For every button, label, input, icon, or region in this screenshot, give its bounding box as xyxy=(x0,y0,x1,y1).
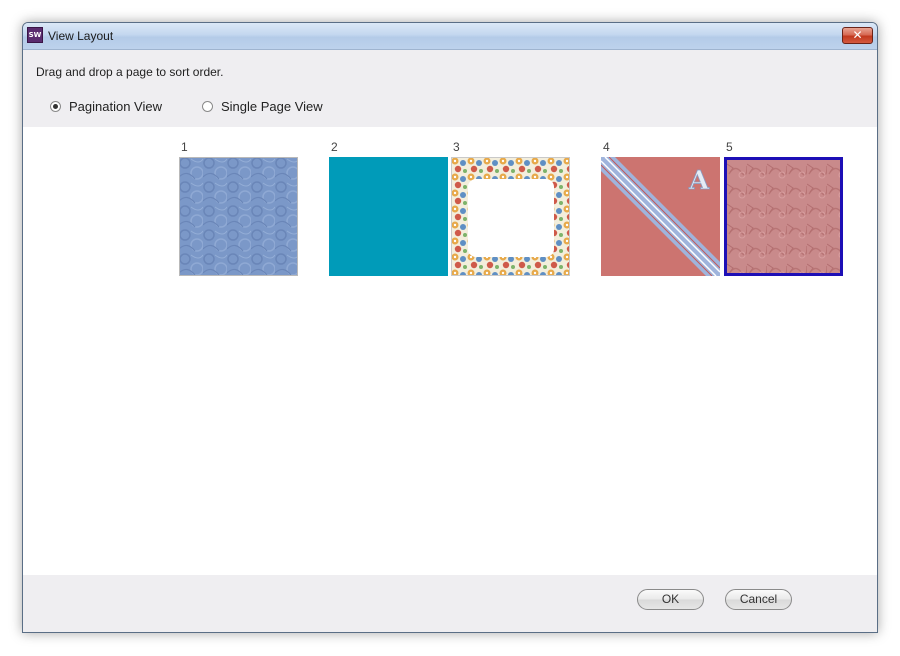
ok-button[interactable]: OK xyxy=(637,589,704,610)
red-diagonal-stripe-thumbnail[interactable]: A xyxy=(601,157,720,276)
page-number: 3 xyxy=(453,140,460,154)
instruction-text: Drag and drop a page to sort order. xyxy=(36,65,224,79)
window-title: View Layout xyxy=(48,29,114,43)
radio-checked-icon xyxy=(50,101,61,112)
cancel-button[interactable]: Cancel xyxy=(725,589,792,610)
page-number: 1 xyxy=(181,140,188,154)
rose-pattern-thumbnail[interactable] xyxy=(724,157,843,276)
pagination-view-radio[interactable]: Pagination View xyxy=(50,99,162,114)
page-number: 4 xyxy=(603,140,610,154)
app-icon: SW xyxy=(27,27,43,43)
floral-frame-thumbnail[interactable] xyxy=(451,157,570,276)
view-layout-dialog: SW View Layout ✕ Drag and drop a page to… xyxy=(22,22,878,633)
single-page-view-label: Single Page View xyxy=(221,99,323,114)
title-bar[interactable]: SW View Layout ✕ xyxy=(23,23,877,50)
letter-a-icon: A xyxy=(688,166,710,196)
teal-solid-thumbnail[interactable] xyxy=(329,157,448,276)
dialog-footer: OK Cancel xyxy=(23,575,877,632)
close-button[interactable]: ✕ xyxy=(842,27,873,44)
page-number: 2 xyxy=(331,140,338,154)
single-page-view-radio[interactable]: Single Page View xyxy=(202,99,323,114)
radio-unchecked-icon xyxy=(202,101,213,112)
pagination-view-label: Pagination View xyxy=(69,99,162,114)
page-number: 5 xyxy=(726,140,733,154)
blue-pattern-thumbnail[interactable] xyxy=(179,157,298,276)
page-layout-area: 1 2 3 4 A 5 xyxy=(23,127,877,575)
